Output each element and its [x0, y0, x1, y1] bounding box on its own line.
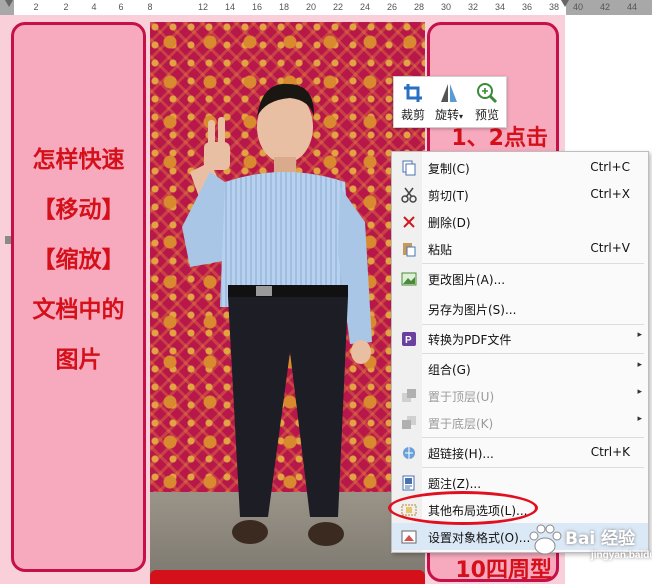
- rotate-icon: [441, 84, 457, 102]
- menu-item-label: 置于顶层(U): [428, 390, 495, 404]
- menu-item-label: 设置对象格式(O)...: [428, 531, 531, 545]
- menu-item-label: 复制(C): [428, 162, 470, 176]
- ruler-tick: 38: [548, 2, 559, 12]
- copy-icon: [402, 160, 416, 176]
- watermark-text: Bai 经验: [565, 529, 636, 549]
- zoom-in-icon: [477, 83, 498, 104]
- menu-item-send-to-back[interactable]: 置于底层(K) ▸: [392, 409, 648, 436]
- title-line: 文档中的: [32, 297, 125, 323]
- ruler-tick: 44: [626, 2, 637, 12]
- ruler-tick: 2: [33, 2, 39, 12]
- menu-item-label: 更改图片(A)...: [428, 273, 506, 287]
- menu-item-save-as-picture[interactable]: 另存为图片(S)...: [392, 295, 648, 322]
- menu-separator: [422, 353, 644, 354]
- svg-text:P: P: [405, 335, 412, 346]
- ruler-tick: 34: [494, 2, 505, 12]
- menu-item-shortcut: Ctrl+V: [590, 241, 630, 255]
- change-picture-icon: [401, 272, 417, 286]
- caption-icon: [402, 475, 415, 491]
- menu-item-label: 另存为图片(S)...: [428, 303, 517, 317]
- format-object-icon: [401, 530, 417, 544]
- menu-item-label: 题注(Z)...: [428, 477, 482, 491]
- ruler-tick: 26: [386, 2, 397, 12]
- submenu-arrow-icon: ▸: [637, 360, 642, 370]
- ruler-tick: 28: [413, 2, 424, 12]
- crop-icon: [404, 84, 422, 102]
- menu-item-paste[interactable]: 粘贴 Ctrl+V: [392, 235, 648, 262]
- paste-icon: [403, 243, 416, 257]
- picture-mini-toolbar: 裁剪 旋转▾ 预览: [393, 76, 507, 128]
- title-line: 图片: [55, 347, 102, 373]
- menu-item-bring-to-front[interactable]: 置于顶层(U) ▸: [392, 382, 648, 409]
- menu-item-label: 剪切(T): [428, 189, 469, 203]
- ruler-tick: 20: [305, 2, 316, 12]
- menu-separator: [422, 467, 644, 468]
- ruler-tick: 36: [521, 2, 532, 12]
- bottom-red-bar: [150, 570, 425, 584]
- person-figure: [182, 83, 372, 546]
- hyperlink-icon: [403, 447, 415, 459]
- bring-to-front-icon: [402, 389, 416, 402]
- menu-item-copy[interactable]: 复制(C) Ctrl+C: [392, 154, 648, 181]
- watermark-url: jingyan.baidu.com: [591, 550, 652, 561]
- menu-item-delete[interactable]: 删除(D): [392, 208, 648, 235]
- highlight-oval: [388, 491, 538, 525]
- ruler-tick: 42: [599, 2, 610, 12]
- menu-item-group[interactable]: 组合(G) ▸: [392, 355, 648, 382]
- delete-x-icon: [403, 216, 415, 228]
- menu-item-cut[interactable]: 剪切(T) Ctrl+X: [392, 181, 648, 208]
- menu-item-label: 组合(G): [428, 363, 471, 377]
- submenu-arrow-icon: ▸: [637, 414, 642, 424]
- ruler-tick: 22: [332, 2, 343, 12]
- menu-item-shortcut: Ctrl+K: [590, 445, 630, 459]
- ruler-tick: 32: [467, 2, 478, 12]
- preview-label: 预览: [474, 108, 499, 122]
- ruler-tick: 12: [197, 2, 208, 12]
- ruler-tick: 24: [359, 2, 370, 12]
- rotate-label: 旋转: [434, 108, 459, 122]
- submenu-arrow-icon: ▸: [637, 330, 642, 340]
- menu-item-label: 转换为PDF文件: [428, 333, 512, 347]
- ruler-tick: 4: [91, 2, 97, 12]
- ruler-tick: 18: [278, 2, 289, 12]
- title-line: 怎样快速: [32, 147, 125, 173]
- pdf-icon: P: [402, 332, 416, 346]
- menu-item-shortcut: Ctrl+C: [590, 160, 630, 174]
- ruler-tick: 14: [224, 2, 235, 12]
- ruler-tick: 2: [63, 2, 69, 12]
- ruler-tick: 16: [251, 2, 262, 12]
- ruler-tick: 8: [147, 2, 153, 12]
- left-indent-marker[interactable]: [5, 0, 13, 7]
- rotate-button[interactable]: 旋转▾: [432, 80, 466, 124]
- ruler-tick: 30: [440, 2, 451, 12]
- menu-item-label: 超链接(H)...: [428, 447, 494, 461]
- ruler-tick: 40: [572, 2, 583, 12]
- menu-item-label: 置于底层(K): [428, 417, 494, 431]
- menu-item-label: 粘贴: [428, 243, 453, 257]
- scissors-icon: [401, 187, 417, 203]
- right-indent-marker[interactable]: [561, 0, 569, 7]
- send-to-back-icon: [402, 416, 416, 429]
- menu-separator: [422, 437, 644, 438]
- rotate-dropdown-icon[interactable]: ▾: [459, 112, 463, 121]
- menu-item-label: 删除(D): [428, 216, 471, 230]
- horizontal-ruler[interactable]: 2 2 4 6 8 12 14 16 18 20 22 24 26 28 30 …: [0, 0, 652, 16]
- menu-item-convert-pdf[interactable]: P 转换为PDF文件 ▸: [392, 325, 648, 352]
- menu-separator: [422, 263, 644, 264]
- selected-photo[interactable]: [150, 22, 425, 584]
- paw-logo-icon: [529, 524, 562, 555]
- submenu-arrow-icon: ▸: [637, 387, 642, 397]
- menu-item-shortcut: Ctrl+X: [590, 187, 630, 201]
- crop-label: 裁剪: [400, 108, 425, 122]
- ruler-tick: 6: [118, 2, 124, 12]
- menu-item-hyperlink[interactable]: 超链接(H)... Ctrl+K: [392, 439, 648, 466]
- left-title-panel: 怎样快速 【移动】 【缩放】 文档中的 图片: [11, 22, 146, 572]
- preview-button[interactable]: 预览: [470, 80, 504, 124]
- crop-button[interactable]: 裁剪: [396, 80, 430, 124]
- title-line: 【缩放】: [32, 247, 125, 273]
- menu-item-change-picture[interactable]: 更改图片(A)...: [392, 265, 648, 292]
- title-line: 【移动】: [32, 197, 125, 223]
- baidu-watermark: Bai 经验 jingyan.baidu.com: [527, 522, 652, 572]
